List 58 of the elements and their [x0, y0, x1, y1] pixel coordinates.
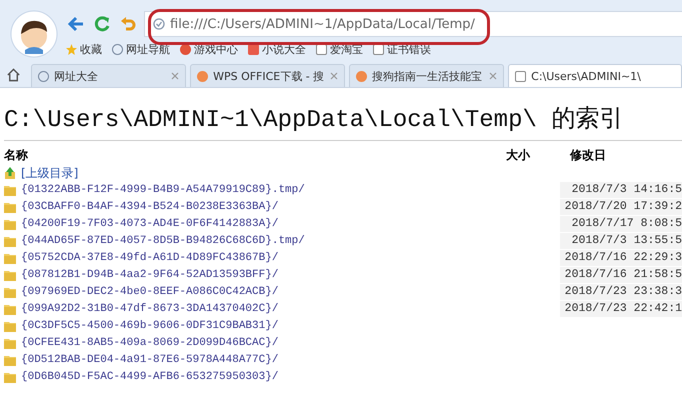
modified-date: 2018/7/23 22:42:1: [560, 301, 682, 317]
bookmark-link[interactable]: 收藏: [66, 42, 102, 57]
modified-date: 2018/7/17 8:08:5: [560, 216, 682, 232]
folder-icon: [4, 201, 16, 213]
avatar-icon[interactable]: [10, 10, 58, 58]
modified-date: 2018/7/3 14:16:5: [560, 182, 682, 198]
file-link[interactable]: {01322ABB-F12F-4999-B4B9-A54A79919C89}.tmp/: [21, 184, 305, 196]
column-header: 修改日: [568, 147, 607, 164]
file-link[interactable]: {05752CDA-37E8-49fd-A61D-4D89FC43867B}/: [21, 252, 278, 264]
folder-icon: [4, 320, 16, 332]
file-link[interactable]: {04200F19-7F03-4073-AD4E-0F6F4142883A}/: [21, 218, 278, 230]
file-link[interactable]: {0D6B045D-F5AC-4499-AFB6-653275950303}/: [21, 371, 278, 383]
folder-icon: [4, 337, 16, 349]
file-link[interactable]: {099A92D2-31B0-47df-8673-3DA14370402C}/: [21, 303, 278, 315]
browser-tab[interactable]: 搜狗指南一生活技能宝: [349, 64, 504, 87]
folder-icon: [4, 354, 16, 366]
bookmark-link[interactable]: 游戏中心: [180, 42, 238, 57]
url-text: file:///C:/Users/ADMINI~1/AppData/Local/Temp/: [170, 16, 475, 32]
modified-date: 2018/7/3 13:55:5: [560, 233, 682, 249]
column-header: 大小: [505, 147, 532, 164]
refresh-icon[interactable]: [92, 14, 112, 34]
folder-icon: [4, 286, 16, 298]
modified-date: 2018/7/23 23:38:3: [560, 284, 682, 300]
file-link[interactable]: {097969ED-DEC2-4be0-8EEF-A086C0C42ACB}/: [21, 286, 278, 298]
column-header: 名称: [4, 147, 29, 164]
page-icon: [515, 70, 526, 82]
parent-directory-link[interactable]: [上级目录]: [21, 164, 78, 182]
file-link[interactable]: {044AD65F-87ED-4057-8D5B-B94826C68C6D}.tmp/: [21, 235, 305, 247]
page-icon: [316, 44, 327, 55]
folder-icon: [4, 371, 16, 383]
modified-date: 2018/7/16 21:58:5: [560, 267, 682, 283]
browser-tab[interactable]: 网址大全: [31, 64, 186, 87]
up-arrow-icon: [4, 167, 16, 179]
page-heading: C:\Users\ADMINI~1\AppData\Local\Temp\ 的索引: [4, 105, 624, 134]
back-arrow-icon[interactable]: [66, 14, 86, 34]
folder-icon: [4, 303, 16, 315]
close-icon[interactable]: [489, 72, 498, 80]
file-link[interactable]: {0C3DF5C5-4500-469b-9606-0DF31C9BAB31}/: [21, 320, 278, 332]
folder-icon: [4, 269, 16, 281]
folder-icon: [4, 235, 16, 247]
close-icon[interactable]: [171, 72, 180, 80]
page-icon: [373, 44, 384, 55]
modified-date: 2018/7/16 22:29:3: [560, 250, 682, 266]
shield-icon: [153, 18, 165, 30]
browser-tab[interactable]: WPS OFFICE下载 - 搜: [190, 64, 346, 87]
folder-icon: [4, 218, 16, 230]
file-link[interactable]: {087812B1-D94B-4aa2-9F64-52AD13593BFF}/: [21, 269, 278, 281]
file-link[interactable]: {0D512BAB-DE04-4a91-87E6-5978A448A77C}/: [21, 354, 278, 366]
file-link[interactable]: {0CFEE431-8AB5-409a-8069-2D099D46BCAC}/: [21, 337, 278, 349]
folder-icon: [4, 184, 16, 196]
file-link[interactable]: {03CBAFF0-B4AF-4394-B524-B0238E3363BA}/: [21, 201, 278, 213]
folder-icon: [4, 252, 16, 264]
home-icon[interactable]: [6, 67, 22, 83]
bookmark-link[interactable]: 网址导航: [112, 42, 170, 57]
address-bar[interactable]: file:///C:/Users/ADMINI~1/AppData/Local/Temp/: [144, 11, 682, 37]
browser-tab[interactable]: C:\Users\ADMINI~1\: [508, 64, 682, 87]
modified-date: 2018/7/20 17:39:2: [560, 199, 682, 215]
close-icon[interactable]: [330, 72, 338, 80]
